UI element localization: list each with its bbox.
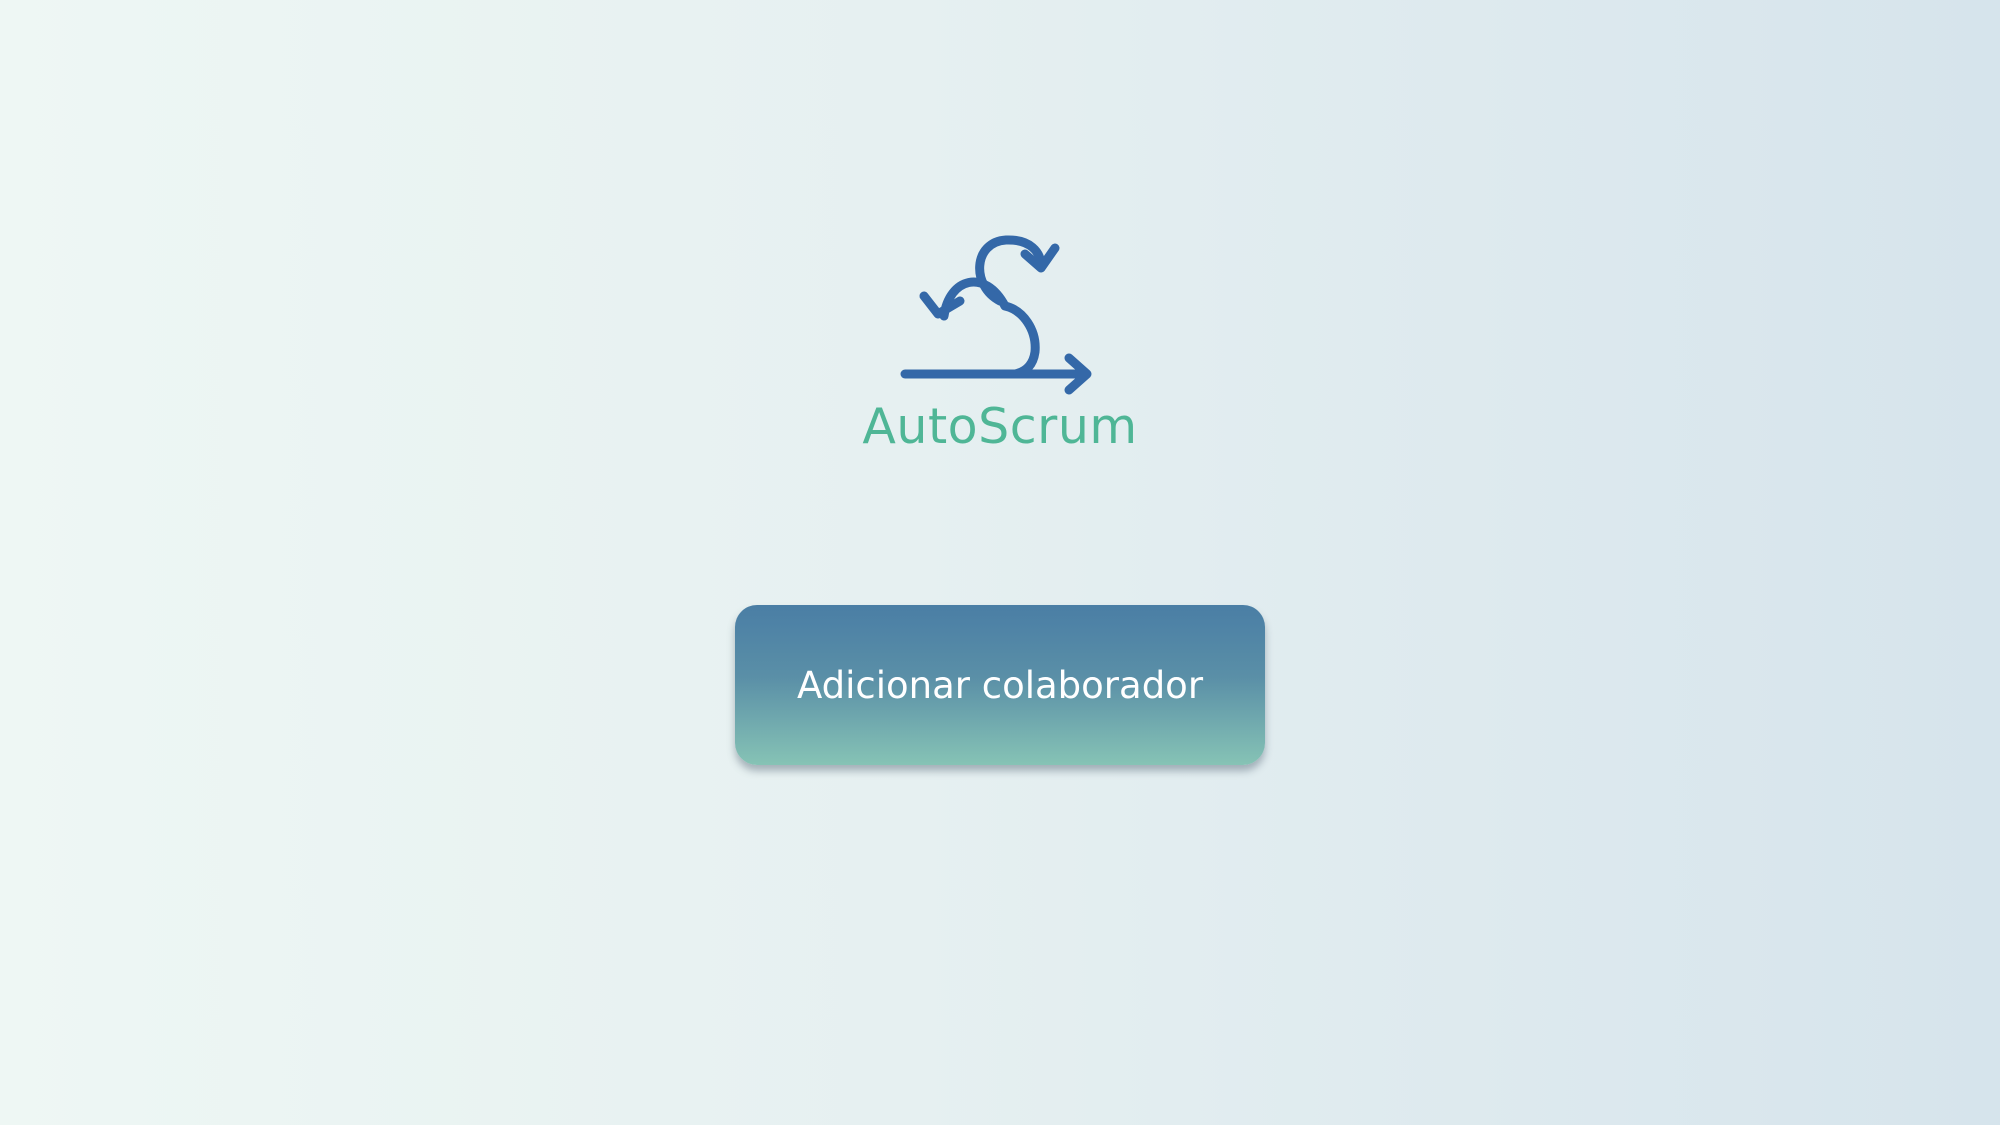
add-collaborator-button[interactable]: Adicionar colaborador [735, 605, 1265, 765]
brand-name: AutoScrum [862, 398, 1138, 455]
scrum-sprint-cycle-icon [900, 235, 1092, 395]
add-collaborator-label: Adicionar colaborador [796, 663, 1204, 707]
app-logo: AutoScrum [0, 190, 2000, 455]
